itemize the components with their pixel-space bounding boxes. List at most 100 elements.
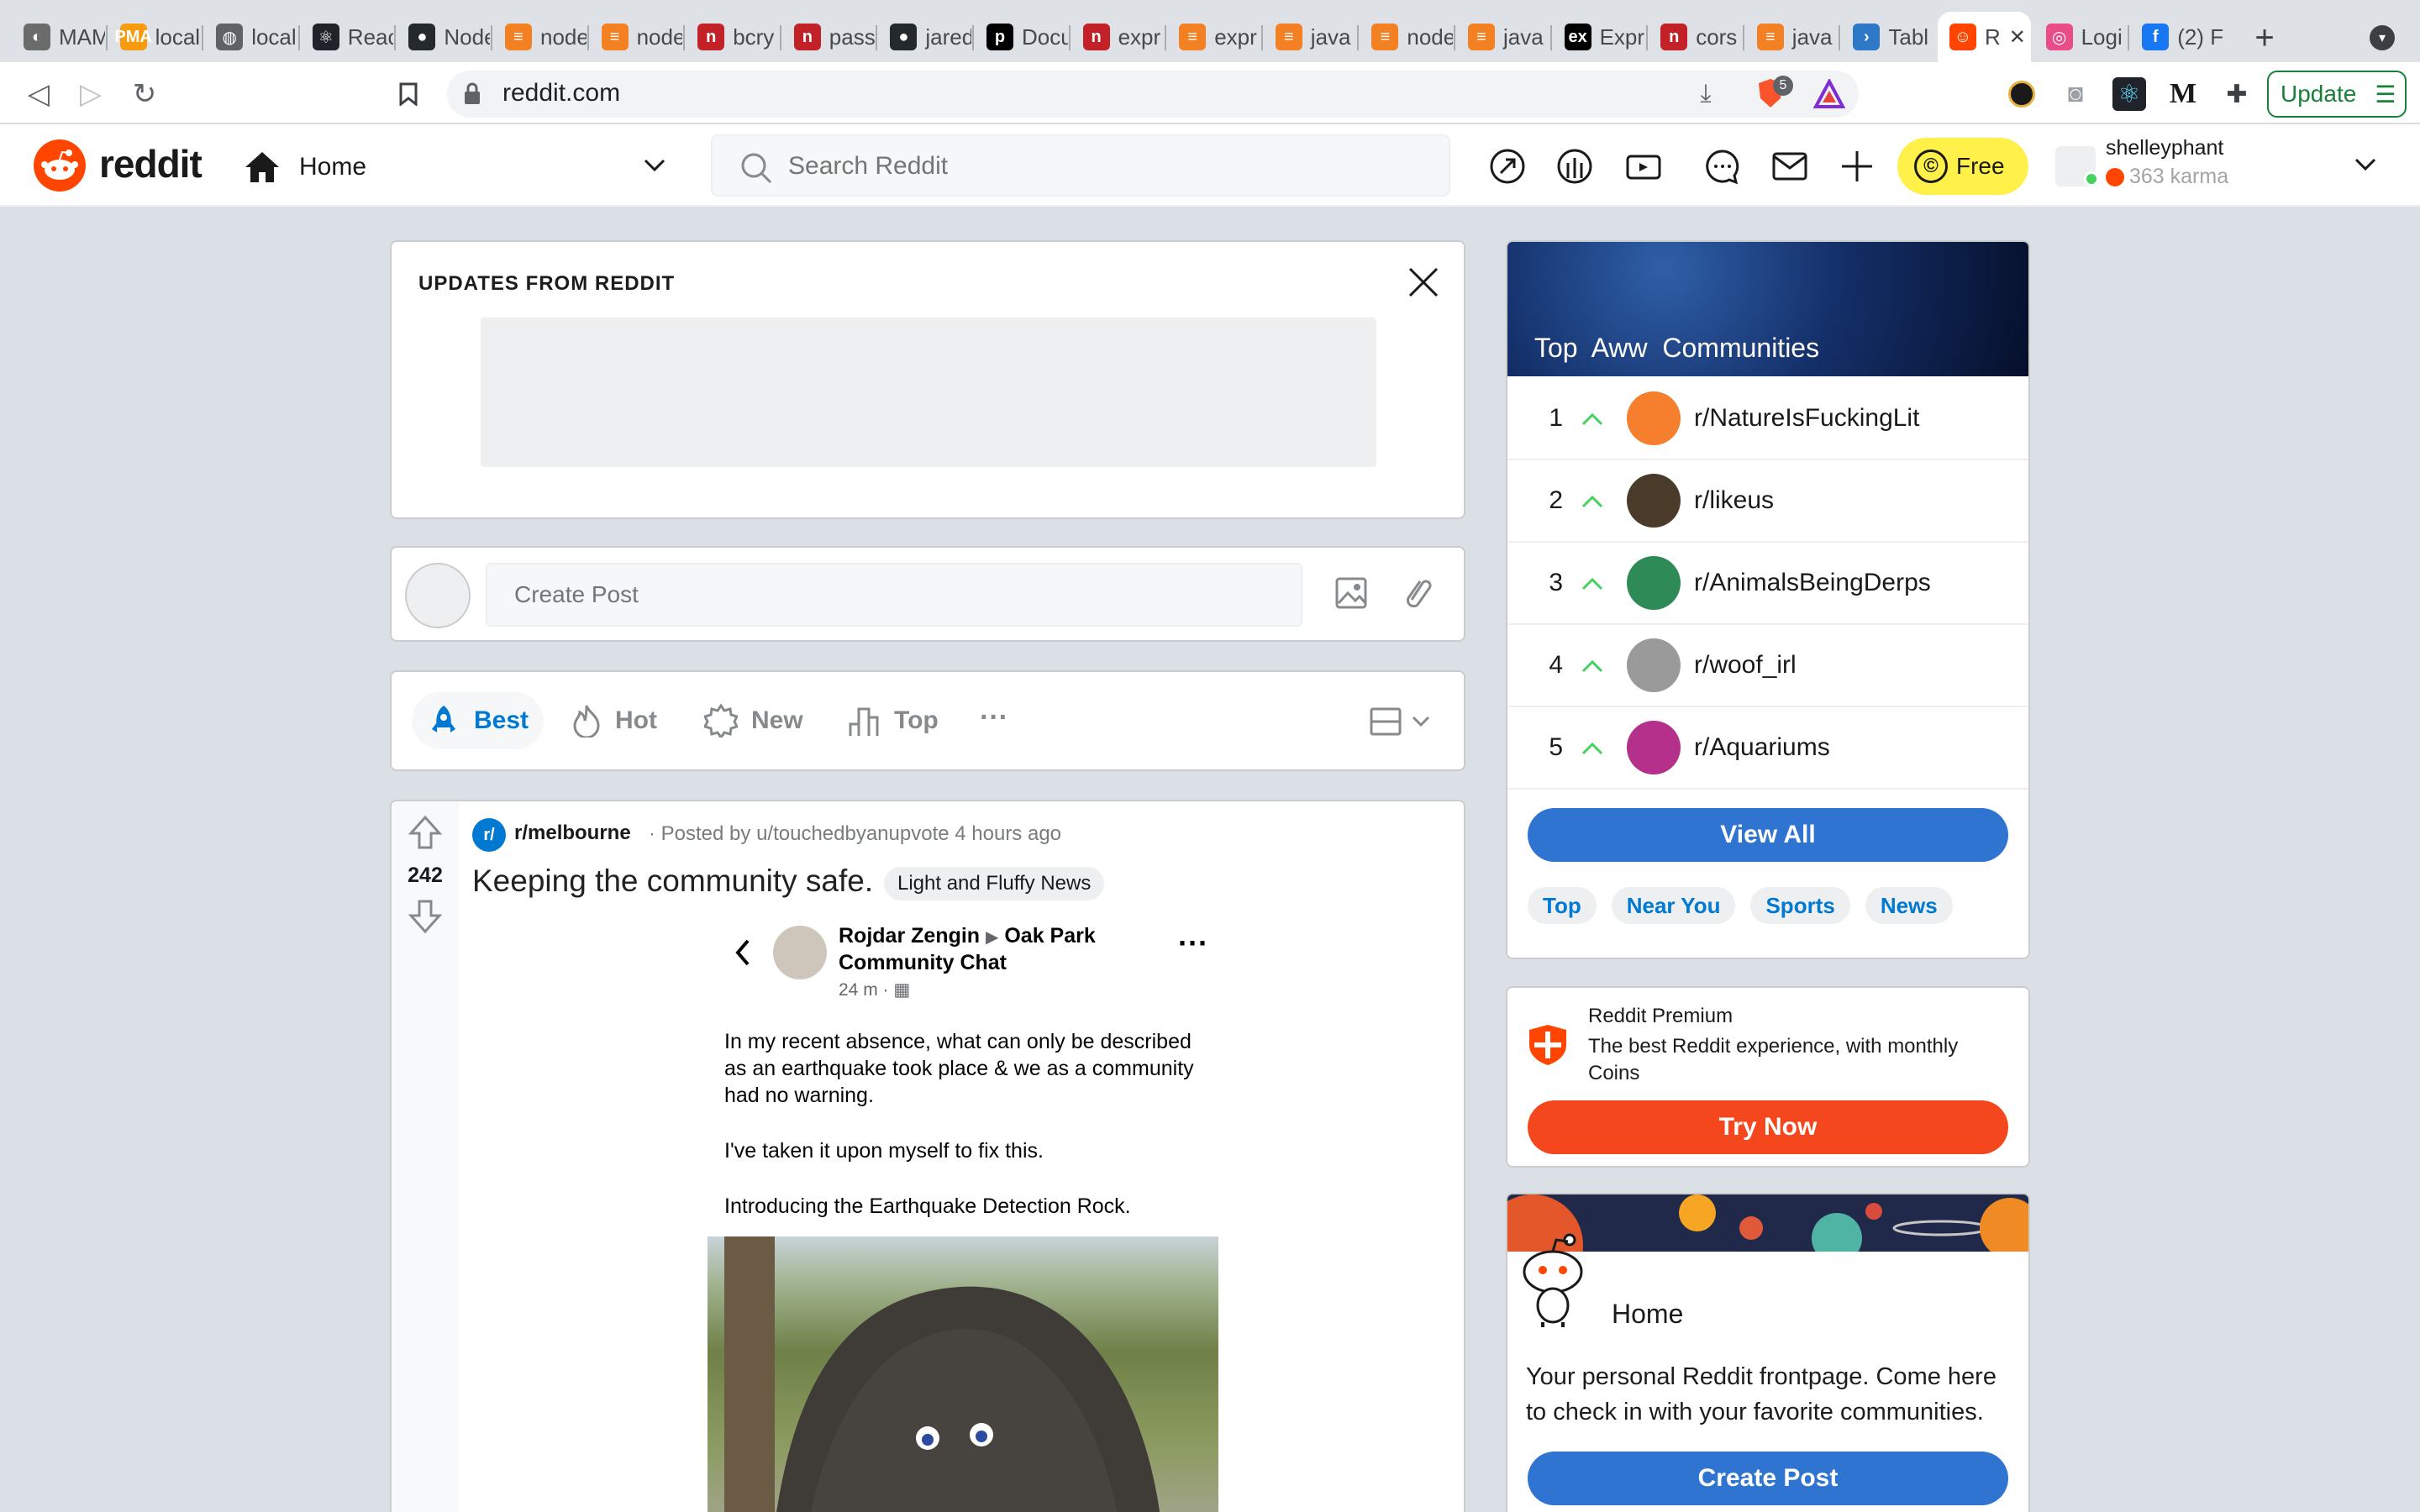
browser-tab[interactable]: ◐ MAM xyxy=(12,12,105,62)
community-filter-chip[interactable]: Near You xyxy=(1611,887,1736,924)
home-card-desc: Your personal Reddit frontpage. Come her… xyxy=(1526,1363,1996,1425)
rank-up-icon xyxy=(1581,404,1607,433)
community-filter-chip[interactable]: Sports xyxy=(1750,887,1850,924)
community-name: r/NatureIsFuckingLit xyxy=(1694,404,1920,432)
bookmark-icon[interactable] xyxy=(392,77,425,111)
create-post-card xyxy=(390,546,1465,642)
browser-tab[interactable]: ● Node xyxy=(397,12,490,62)
sort-new-button[interactable]: New xyxy=(704,692,803,749)
sort-hot-button[interactable]: Hot xyxy=(571,692,657,749)
back-icon[interactable]: ◁ xyxy=(20,76,57,113)
post-flair[interactable]: Light and Fluffy News xyxy=(884,867,1105,900)
install-icon[interactable]: ⤓ xyxy=(1689,77,1723,111)
embedded-image[interactable]: Rojdar Zengin ▶ Oak Park Community Chat … xyxy=(708,914,1245,1512)
community-row[interactable]: 5 r/Aquariums xyxy=(1507,707,2028,790)
user-menu[interactable]: shelleyphant 363 karma xyxy=(2055,133,2391,198)
tab-favicon-icon: ≡ xyxy=(1179,24,1207,50)
karma: 363 karma xyxy=(2129,165,2229,188)
sort-top-button[interactable]: Top xyxy=(847,692,939,749)
browser-tab[interactable]: ≡ expr xyxy=(1167,12,1260,62)
downvote-icon[interactable] xyxy=(408,899,442,934)
react-devtools-icon[interactable]: ⚛ xyxy=(2112,77,2146,111)
free-coins-button[interactable]: © Free xyxy=(1897,138,2028,195)
search-bar[interactable] xyxy=(711,134,1450,197)
browser-tab[interactable]: ● jared xyxy=(878,12,971,62)
browser-tab[interactable]: n cors xyxy=(1649,12,1742,62)
browser-tab[interactable]: ≡ java xyxy=(1456,12,1549,62)
community-filter-chip[interactable]: News xyxy=(1865,887,1953,924)
tab-search-icon[interactable]: ▾ xyxy=(2370,25,2395,50)
tab-favicon-icon: f xyxy=(2142,24,2170,50)
new-tab-button[interactable]: + xyxy=(2244,17,2286,59)
browser-tab[interactable]: ◍ local xyxy=(204,12,297,62)
close-icon[interactable] xyxy=(1407,265,1440,299)
browser-tab[interactable]: ≡ java xyxy=(1745,12,1839,62)
browser-tab[interactable]: ≡ node xyxy=(1360,12,1453,62)
url-text: reddit.com xyxy=(502,79,621,107)
tab-favicon-icon: ◐ xyxy=(24,24,50,50)
community-filter-chip[interactable]: Top xyxy=(1528,887,1597,924)
browser-tab[interactable]: › Tabl xyxy=(1841,12,1934,62)
sort-bar: Best Hot New Top ··· xyxy=(390,670,1465,771)
sort-hot-label: Hot xyxy=(615,706,657,734)
home-icon xyxy=(245,152,279,182)
community-rank: 1 xyxy=(1549,404,1563,432)
triangle-icon: ▶ xyxy=(986,928,999,947)
sort-more-button[interactable]: ··· xyxy=(980,689,1008,746)
try-now-button[interactable]: Try Now xyxy=(1528,1100,2008,1154)
rpan-icon[interactable] xyxy=(1622,146,1665,186)
subreddit-icon[interactable]: r/ xyxy=(472,818,506,852)
community-row[interactable]: 1 r/NatureIsFuckingLit xyxy=(1507,378,2028,460)
reddit-wordmark[interactable]: reddit xyxy=(99,141,203,186)
browser-tab[interactable]: ex Expr xyxy=(1553,12,1646,62)
community-row[interactable]: 3 r/AnimalsBeingDerps xyxy=(1507,543,2028,625)
popular-icon[interactable] xyxy=(1487,146,1528,186)
browser-tab[interactable]: f (2) F xyxy=(2130,12,2223,62)
camera-icon[interactable]: ◙ xyxy=(2059,77,2092,111)
home-dropdown[interactable]: Home xyxy=(244,141,672,193)
layout-chevron-icon xyxy=(1412,716,1430,727)
browser-tab[interactable]: ≡ node xyxy=(493,12,587,62)
browser-tab[interactable]: ⚛ Reac xyxy=(301,12,393,62)
layout-toggle[interactable] xyxy=(1370,707,1430,736)
community-row[interactable]: 4 r/woof_irl xyxy=(1507,625,2028,707)
image-upload-icon[interactable] xyxy=(1334,576,1368,610)
browser-tab[interactable]: ◎ Logi xyxy=(2034,12,2128,62)
coins-icon[interactable] xyxy=(1555,146,1595,186)
view-all-button[interactable]: View All xyxy=(1528,808,2008,862)
browser-tab[interactable]: ≡ node xyxy=(590,12,682,62)
reddit-logo-icon[interactable] xyxy=(34,139,86,192)
browser-tab[interactable]: n bcry xyxy=(686,12,779,62)
browser-tab[interactable]: p Docu xyxy=(975,12,1068,62)
tab-separator xyxy=(779,25,781,50)
browser-tab[interactable]: ☺ R ✕ xyxy=(1938,12,2031,62)
brave-rewards-icon[interactable] xyxy=(1812,77,1846,109)
upvote-icon[interactable] xyxy=(408,815,442,850)
extensions-puzzle-icon[interactable]: ✚ xyxy=(2220,77,2254,111)
tab-close-icon[interactable]: ✕ xyxy=(2009,25,2026,50)
create-post-input[interactable] xyxy=(486,563,1302,627)
post-card: 242 r/ r/melbourne · Posted by u/touched… xyxy=(390,800,1465,1512)
search-input[interactable] xyxy=(788,148,1427,185)
address-bar[interactable] xyxy=(447,71,1859,118)
browser-tab[interactable]: n pass xyxy=(782,12,875,62)
browser-tab[interactable]: ≡ java xyxy=(1264,12,1357,62)
tab-separator xyxy=(1260,25,1263,50)
inbox-icon[interactable] xyxy=(1770,146,1810,186)
home-create-post-button[interactable]: Create Post xyxy=(1528,1452,2008,1505)
update-button[interactable]: Update ☰ xyxy=(2267,71,2407,118)
sort-best-button[interactable]: Best xyxy=(412,692,544,749)
subreddit-link[interactable]: r/melbourne xyxy=(514,822,631,845)
extension-icon-1[interactable] xyxy=(2005,77,2039,111)
sort-best-label: Best xyxy=(474,706,529,734)
link-icon[interactable] xyxy=(1400,575,1434,612)
forward-icon[interactable]: ▷ xyxy=(72,76,109,113)
community-row[interactable]: 2 r/likeus xyxy=(1507,460,2028,543)
browser-tab[interactable]: n expr xyxy=(1071,12,1165,62)
reload-icon[interactable]: ↻ xyxy=(126,76,163,113)
medium-icon[interactable]: M xyxy=(2166,77,2200,111)
chat-icon[interactable] xyxy=(1702,146,1743,186)
post-title[interactable]: Keeping the community safe. xyxy=(472,864,873,899)
browser-tab[interactable]: PMA local xyxy=(108,12,202,62)
create-post-icon[interactable] xyxy=(1837,146,1877,186)
